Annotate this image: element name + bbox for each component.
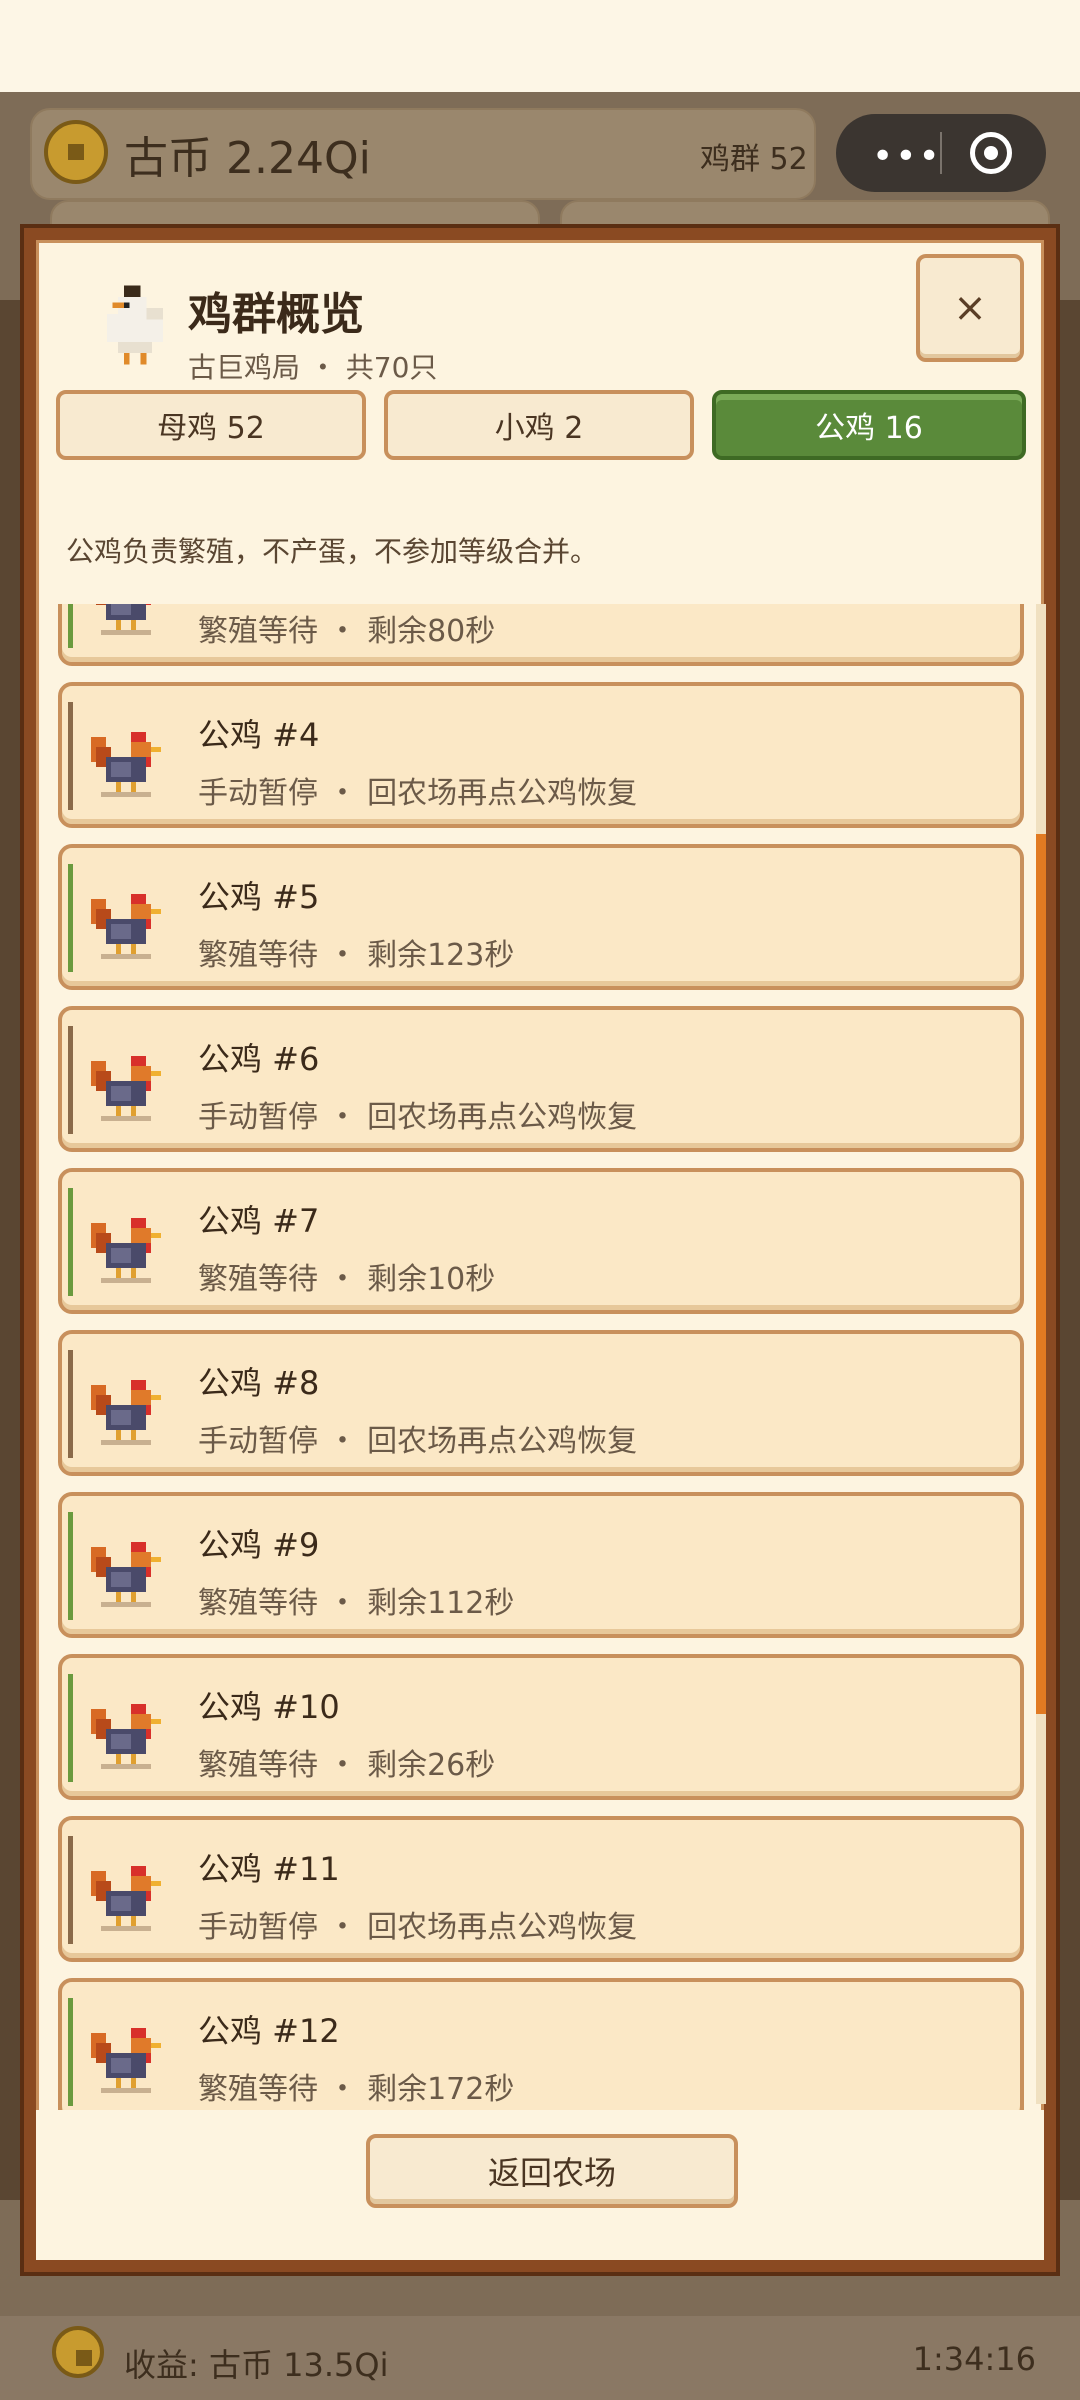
rooster-name: 公鸡 #8 <box>198 1364 320 1402</box>
status-bar <box>68 1674 73 1782</box>
rooster-status: 繁殖等待 ・ 剩余10秒 <box>198 1262 496 1297</box>
more-icon[interactable]: ••• <box>872 136 942 177</box>
rooster-icon <box>91 894 161 959</box>
rooster-icon <box>91 1218 161 1283</box>
capsule-divider <box>940 132 942 174</box>
list-item[interactable]: 公鸡 #8 手动暂停 ・ 回农场再点公鸡恢复 <box>58 1330 1024 1476</box>
status-bar <box>68 1836 73 1944</box>
coin-balance: 古币 2.24Qi <box>124 133 371 184</box>
rooster-icon <box>91 1704 161 1769</box>
back-to-farm-button[interactable]: 返回农场 <box>366 2134 738 2208</box>
rooster-status: 繁殖等待 ・ 剩余26秒 <box>198 1748 496 1783</box>
status-bar <box>68 1350 73 1458</box>
tab-chicks[interactable]: 小鸡 2 <box>384 390 694 460</box>
rooster-status: 手动暂停 ・ 回农场再点公鸡恢复 <box>198 1100 638 1135</box>
close-miniprogram-icon[interactable] <box>970 132 1012 174</box>
rooster-name: 公鸡 #7 <box>198 1202 320 1240</box>
rooster-icon <box>91 1380 161 1445</box>
dialog-footer: 返回农场 <box>36 2110 1044 2260</box>
coin-icon <box>44 120 108 184</box>
tab-description: 公鸡负责繁殖，不产蛋，不参加等级合并。 <box>66 535 599 568</box>
category-tabs: 母鸡 52 小鸡 2 公鸡 16 <box>56 390 1026 460</box>
rooster-status: 繁殖等待 ・ 剩余112秒 <box>198 1586 515 1621</box>
rooster-icon <box>91 732 161 797</box>
status-bar <box>68 702 73 810</box>
list-item[interactable]: 公鸡 #9 繁殖等待 ・ 剩余112秒 <box>58 1492 1024 1638</box>
hen-icon <box>106 285 164 365</box>
rooster-list[interactable]: 繁殖等待 ・ 剩余80秒 公鸡 #4 手动暂停 ・ 回农场再点公鸡恢复 公鸡 #… <box>50 604 1038 2110</box>
list-item[interactable]: 公鸡 #12 繁殖等待 ・ 剩余172秒 <box>58 1978 1024 2110</box>
scrollbar-thumb[interactable] <box>1036 834 1046 1714</box>
rooster-name: 公鸡 #9 <box>198 1526 320 1564</box>
rooster-name: 公鸡 #12 <box>198 2012 340 2050</box>
list-item[interactable]: 公鸡 #4 手动暂停 ・ 回农场再点公鸡恢复 <box>58 682 1024 828</box>
flock-count: 鸡群 52 <box>700 142 808 177</box>
list-item[interactable]: 公鸡 #7 繁殖等待 ・ 剩余10秒 <box>58 1168 1024 1314</box>
rooster-status: 手动暂停 ・ 回农场再点公鸡恢复 <box>198 1424 638 1459</box>
rooster-icon <box>96 604 151 635</box>
rooster-icon <box>91 1542 161 1607</box>
list-item[interactable]: 公鸡 #5 繁殖等待 ・ 剩余123秒 <box>58 844 1024 990</box>
status-bar <box>68 1188 73 1296</box>
list-scrollbar[interactable] <box>1036 604 1046 2104</box>
dialog-subtitle: 古巨鸡局 ・ 共70只 <box>188 351 438 384</box>
status-bar <box>68 1026 73 1134</box>
rooster-status: 繁殖等待 ・ 剩余80秒 <box>198 614 496 649</box>
list-item[interactable]: 公鸡 #6 手动暂停 ・ 回农场再点公鸡恢复 <box>58 1006 1024 1152</box>
rooster-status: 繁殖等待 ・ 剩余123秒 <box>198 938 515 973</box>
list-item[interactable]: 公鸡 #10 繁殖等待 ・ 剩余26秒 <box>58 1654 1024 1800</box>
list-item[interactable]: 繁殖等待 ・ 剩余80秒 <box>58 604 1024 666</box>
status-bar <box>68 604 73 648</box>
dialog-title: 鸡群概览 <box>188 289 364 340</box>
bg-right-edge <box>1052 300 1080 2200</box>
status-bar <box>68 1512 73 1620</box>
rooster-status: 手动暂停 ・ 回农场再点公鸡恢复 <box>198 1910 638 1945</box>
rooster-name: 公鸡 #11 <box>198 1850 340 1888</box>
close-icon: × <box>953 285 987 331</box>
miniprogram-capsule[interactable]: ••• <box>836 114 1046 192</box>
rooster-icon <box>91 1866 161 1931</box>
list-item[interactable]: 公鸡 #11 手动暂停 ・ 回农场再点公鸡恢复 <box>58 1816 1024 1962</box>
rooster-name: 公鸡 #10 <box>198 1688 340 1726</box>
rooster-name: 公鸡 #4 <box>198 716 320 754</box>
rooster-status: 手动暂停 ・ 回农场再点公鸡恢复 <box>198 776 638 811</box>
rooster-icon <box>91 2028 161 2093</box>
rooster-status: 繁殖等待 ・ 剩余172秒 <box>198 2072 515 2107</box>
rooster-icon <box>91 1056 161 1121</box>
footer-coin-icon <box>52 2326 104 2378</box>
tab-hens[interactable]: 母鸡 52 <box>56 390 366 460</box>
close-button[interactable]: × <box>916 254 1024 362</box>
rooster-name: 公鸡 #6 <box>198 1040 320 1078</box>
tab-roosters[interactable]: 公鸡 16 <box>712 390 1026 460</box>
status-bar <box>68 1998 73 2106</box>
earnings-label: 收益: 古币 13.5Qi <box>124 2346 389 2384</box>
rooster-name: 公鸡 #5 <box>198 878 320 916</box>
play-time: 1:34:16 <box>912 2340 1036 2378</box>
flock-overview-dialog: 鸡群概览 古巨鸡局 ・ 共70只 × 母鸡 52 小鸡 2 公鸡 16 公鸡负责… <box>24 228 1056 2272</box>
status-bar <box>68 864 73 972</box>
